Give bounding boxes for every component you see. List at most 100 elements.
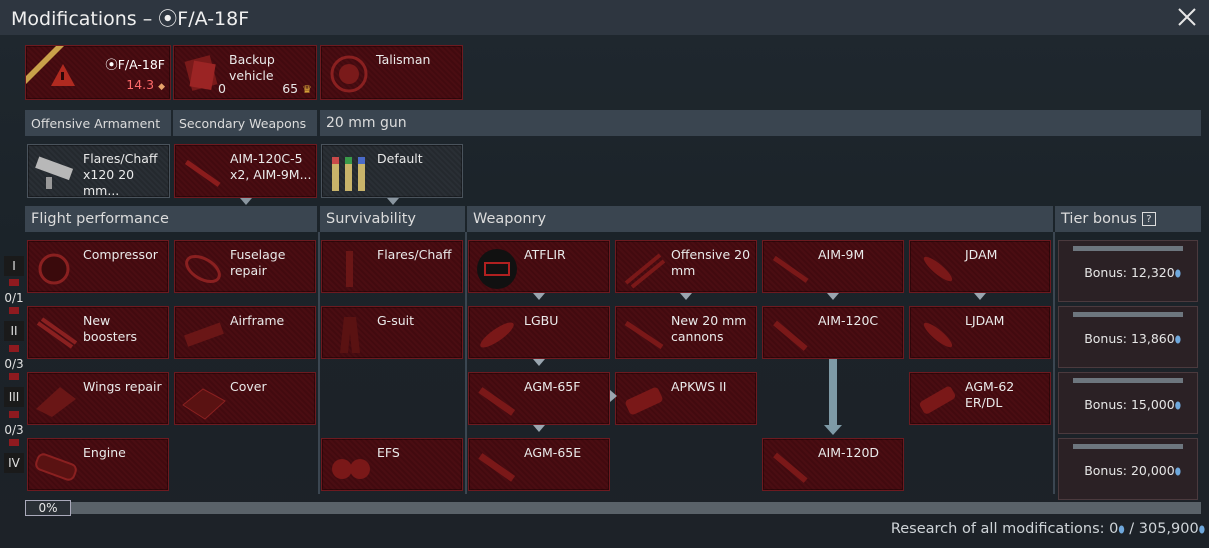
mod-apkws-ii[interactable]: APKWS II [615, 372, 757, 425]
mod-airframe[interactable]: Airframe [174, 306, 316, 359]
booster-icon [36, 317, 78, 349]
bonus-value: Bonus: 15,000 [1084, 397, 1175, 412]
bonus-value: Bonus: 20,000 [1084, 463, 1175, 478]
tier-bonus-label: Tier bonus [1061, 211, 1137, 227]
dependency-arrow [533, 425, 545, 432]
secondary-preset-card[interactable]: AIM-120C-5 x2, AIM-9M... [174, 144, 317, 198]
mod-label: Cover [230, 379, 267, 394]
mod-agm-65f[interactable]: AGM-65F [468, 372, 610, 425]
talisman-icon [330, 55, 368, 93]
window-title: Modifications – ⦿F/A-18F [11, 8, 250, 30]
mod-fuselage-repair[interactable]: Fuselage repair [174, 240, 316, 293]
research-total: Research of all modifications: 0 ⬮ / 305,… [891, 521, 1205, 537]
mod-label: LJDAM [965, 313, 1005, 328]
mod-label: ATFLIR [524, 247, 566, 262]
rocket-pod-icon [625, 387, 663, 415]
backup-vehicle-card[interactable]: Backup vehicle 0 65 ♛ [173, 45, 317, 100]
research-point-icon: ⬮ [1198, 525, 1205, 536]
fuselage-icon [185, 255, 221, 283]
mod-g-suit[interactable]: G-suit [321, 306, 463, 359]
tier-count-1: 0/1 [4, 291, 24, 305]
mod-cover[interactable]: Cover [174, 372, 316, 425]
tier-bonus-4: Bonus: 20,000⬮ [1058, 438, 1198, 500]
bonus-progress-bar [1073, 312, 1183, 317]
mod-aim-120c[interactable]: AIM-120C [762, 306, 904, 359]
mod-label: AGM-65E [524, 445, 582, 460]
mod-lgbu[interactable]: LGBU [468, 306, 610, 359]
mod-ljdam[interactable]: LJDAM [909, 306, 1051, 359]
research-total-text: Research of all modifications: 0 [890, 521, 1119, 537]
mod-wings-repair[interactable]: Wings repair [27, 372, 169, 425]
dependency-arrow [533, 359, 545, 366]
dependency-arrow [827, 293, 839, 300]
vehicle-br: 14.3 ◆ [126, 77, 165, 92]
bonus-text: Bonus: 13,860⬮ [1084, 331, 1181, 346]
missile-icon [919, 386, 956, 414]
mod-label: AGM-62 ER/DL [965, 379, 1015, 410]
gun-preset-arrow [387, 198, 399, 205]
tier-badge-3: III [4, 387, 24, 407]
research-point-icon: ⬮ [1174, 401, 1181, 412]
mod-atflir[interactable]: ATFLIR [468, 240, 610, 293]
offensive-preset-card[interactable]: Flares/Chaff x120 20 mm... [27, 144, 170, 198]
mod-offensive-20mm[interactable]: Offensive 20 mm [615, 240, 757, 293]
mod-label: Wings repair [83, 379, 162, 394]
flare-icon [346, 251, 353, 287]
dependency-arrow [974, 293, 986, 300]
secondary-preset-label: AIM-120C-5 x2, AIM-9M... [230, 151, 312, 182]
bomb-icon [923, 256, 953, 282]
column-divider [318, 232, 320, 494]
research-progress-bar [25, 502, 1201, 514]
mod-label: Fuselage repair [230, 247, 286, 278]
bonus-progress-bar [1073, 378, 1183, 383]
mod-label: New boosters [83, 313, 137, 344]
dependency-arrowhead [824, 425, 842, 435]
mod-efs[interactable]: EFS [321, 438, 463, 491]
help-icon[interactable]: ? [1141, 212, 1156, 226]
missile-icon [478, 387, 516, 416]
talisman-label: Talisman [376, 52, 431, 67]
mod-flares-chaff[interactable]: Flares/Chaff [321, 240, 463, 293]
column-divider [1053, 232, 1055, 494]
bomb-icon [923, 322, 953, 348]
mod-aim-120d[interactable]: AIM-120D [762, 438, 904, 491]
mod-agm-62[interactable]: AGM-62 ER/DL [909, 372, 1051, 425]
tier-bonus-2: Bonus: 13,860⬮ [1058, 306, 1198, 368]
mod-label: AIM-120C [818, 313, 879, 328]
backup-vehicle-label: Backup vehicle [229, 52, 275, 83]
tier-bonus-1: Bonus: 12,320⬮ [1058, 240, 1198, 302]
tier-progress-marker [9, 439, 19, 446]
tier-progress-marker [9, 373, 19, 380]
backup-count: 0 [218, 81, 226, 96]
mod-label: G-suit [377, 313, 415, 328]
mod-label: Engine [83, 445, 126, 460]
mod-engine[interactable]: Engine [27, 438, 169, 491]
talisman-card[interactable]: Talisman [320, 45, 463, 100]
mod-agm-65e[interactable]: AGM-65E [468, 438, 610, 491]
mod-aim-9m[interactable]: AIM-9M [762, 240, 904, 293]
wing-icon [36, 387, 76, 417]
vehicle-warning-icon [26, 46, 75, 86]
vehicle-card[interactable]: ⦿F/A-18F 14.3 ◆ [25, 45, 171, 100]
bonus-progress-bar [1073, 444, 1183, 449]
mod-jdam[interactable]: JDAM [909, 240, 1051, 293]
efs-icon [332, 459, 370, 479]
tier-count-2: 0/3 [4, 357, 24, 371]
cannon-icon [624, 320, 664, 350]
mod-label: AIM-120D [818, 445, 880, 460]
tier-badge-4: IV [4, 453, 24, 473]
offensive-armament-header: Offensive Armament [25, 110, 171, 136]
bonus-text: Bonus: 12,320⬮ [1084, 265, 1181, 280]
research-total-value: / 305,900 [1124, 521, 1199, 537]
close-icon[interactable] [1175, 5, 1199, 29]
mod-compressor[interactable]: Compressor [27, 240, 169, 293]
gun-pod-icon [35, 156, 74, 189]
mod-label: EFS [377, 445, 400, 460]
mod-new-boosters[interactable]: New boosters [27, 306, 169, 359]
column-divider [465, 232, 467, 494]
gun-preset-card[interactable]: Default [321, 144, 463, 198]
research-progress-label: 0% [25, 500, 71, 516]
engine-icon [35, 453, 77, 481]
mod-new-20mm-cannons[interactable]: New 20 mm cannons [615, 306, 757, 359]
dependency-line [829, 359, 837, 427]
